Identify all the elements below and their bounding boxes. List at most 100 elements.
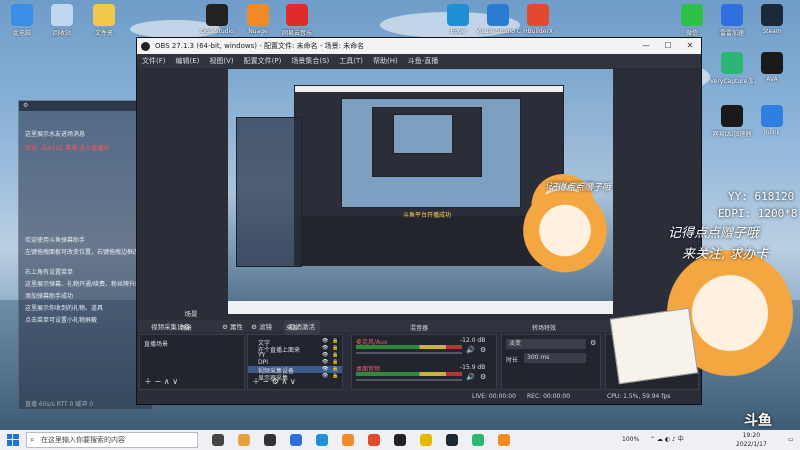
app-icon[interactable]	[238, 434, 250, 446]
desktop-shortcut[interactable]: Visual Studio Code	[476, 4, 520, 35]
mixer-settings-icon[interactable]: ⚙	[480, 346, 486, 354]
battery-status[interactable]: 100%	[622, 430, 639, 450]
filters-icon[interactable]: ⚙	[251, 323, 257, 331]
steam-icon[interactable]	[446, 434, 458, 446]
danmaku-chat-panel[interactable]: ⚙ ✕ 这里展示水友进场消息欢迎 【LV12】某某 进入直播间欢迎使用斗鱼弹幕助…	[18, 100, 157, 410]
properties-button[interactable]: 属性	[230, 323, 243, 331]
add-scene-icon[interactable]: ＋	[144, 377, 152, 386]
lock-icon[interactable]: 🔒	[332, 359, 338, 365]
desktop-shortcut[interactable]: 此电脑	[0, 4, 44, 37]
source-item[interactable]: 在个直播上面来 👁 🔒	[248, 345, 342, 354]
chat-message: 添加弹幕助手成功	[25, 293, 74, 300]
obs-titlebar[interactable]: OBS 27.1.3 (64-bit, windows) - 配置文件: 未命名…	[137, 38, 701, 54]
chat-settings-icon[interactable]: ⚙	[23, 102, 28, 109]
app-icon[interactable]	[498, 434, 510, 446]
source-item[interactable]: DPI 👁 🔒	[248, 359, 342, 366]
desktop-shortcut[interactable]: Edge	[436, 4, 480, 35]
yy-overlay: YY: 618120	[728, 190, 795, 203]
desktop-shortcut[interactable]: Steam	[750, 4, 794, 35]
source-item[interactable]: 视频采集设备 👁 🔒	[248, 366, 342, 375]
desktop-shortcut[interactable]: VeryCapture 加速器	[710, 52, 754, 85]
add-source-icon[interactable]: ＋	[252, 377, 260, 386]
visibility-eye-icon[interactable]: 👁	[322, 366, 328, 372]
menu-item[interactable]: 视图(V)	[204, 54, 238, 68]
transition-settings-icon[interactable]: ⚙	[590, 339, 596, 347]
menu-item[interactable]: 工具(T)	[334, 54, 368, 68]
properties-gear-icon[interactable]: ⚙	[222, 323, 228, 331]
visibility-eye-icon[interactable]: 👁	[322, 373, 328, 379]
lock-icon[interactable]: 🔒	[332, 338, 338, 344]
duration-input[interactable]: 300 ms	[524, 353, 586, 363]
lock-icon[interactable]: 🔒	[332, 373, 338, 379]
desktop-shortcut[interactable]: 网易云音乐	[275, 4, 319, 37]
speaker-icon[interactable]: 🔊	[466, 346, 475, 354]
speaker-icon[interactable]: 🔊	[466, 373, 475, 381]
menu-item[interactable]: 配置文件(P)	[239, 54, 287, 68]
app-icon[interactable]	[342, 434, 354, 446]
source-settings-icon[interactable]: ⚙	[272, 377, 279, 386]
notification-icon[interactable]: ▭	[788, 430, 794, 450]
mixer-settings-icon[interactable]: ⚙	[480, 373, 486, 381]
desktop-shortcut[interactable]: AVA	[750, 52, 794, 83]
volume-slider[interactable]	[356, 352, 462, 354]
desktop-shortcut[interactable]: Jolink	[750, 105, 794, 136]
visibility-eye-icon[interactable]: 👁	[322, 352, 328, 358]
lock-icon[interactable]: 🔒	[332, 366, 338, 372]
desktop-shortcut[interactable]: 网易UU加速器	[710, 105, 754, 138]
source-item[interactable]: 文字 👁 🔒	[248, 338, 342, 347]
source-item[interactable]: YY 👁 🔒	[248, 352, 342, 359]
close-icon[interactable]: ✕	[679, 38, 701, 54]
desktop-shortcut[interactable]: 文件夹	[82, 4, 126, 37]
desktop-shortcut[interactable]: 回收站	[40, 4, 84, 37]
desktop-shortcut-label: HBuilderX	[523, 28, 553, 35]
filters-button[interactable]: 滤镜	[259, 323, 272, 331]
desktop-shortcut[interactable]: 雷雷加速	[710, 4, 754, 37]
minimize-icon[interactable]: —	[635, 38, 657, 54]
chat-icon[interactable]	[290, 434, 302, 446]
chat-message: 这里展示水友进场消息	[25, 131, 86, 138]
app-icon[interactable]	[264, 434, 276, 446]
visibility-eye-icon[interactable]: 👁	[322, 345, 328, 351]
menu-item[interactable]: 场景集合(S)	[286, 54, 334, 68]
desktop-shortcut-label: 文件夹	[94, 30, 113, 37]
chat-message: 这里展示你收到的礼物、道具	[25, 305, 104, 312]
desktop-shortcut[interactable]: 微信	[670, 4, 714, 37]
visibility-eye-icon[interactable]: 👁	[322, 359, 328, 365]
remove-source-icon[interactable]: −	[263, 377, 270, 386]
scene-item[interactable]: 直播场景	[144, 339, 168, 348]
edge-icon[interactable]	[316, 434, 328, 446]
menu-item[interactable]: 帮助(H)	[368, 54, 403, 68]
scenes-dock-title: 场景	[184, 310, 198, 318]
start-icon[interactable]	[7, 434, 19, 446]
menu-item[interactable]: 编辑(E)	[171, 54, 205, 68]
desktop-shortcut[interactable]: HBuilderX	[516, 4, 560, 35]
app-icon[interactable]	[472, 434, 484, 446]
move-up-icon[interactable]: ∧	[164, 377, 170, 386]
app-icon[interactable]	[368, 434, 380, 446]
remove-scene-icon[interactable]: −	[155, 377, 162, 386]
move-down-icon[interactable]: ∨	[290, 377, 296, 386]
transition-type-select[interactable]: 淡变	[506, 339, 586, 349]
move-up-icon[interactable]: ∧	[282, 377, 288, 386]
app-icon[interactable]	[420, 434, 432, 446]
menu-item[interactable]: 文件(F)	[137, 54, 171, 68]
clock[interactable]: 19:20 2022/1/17	[736, 431, 767, 449]
visibility-eye-icon[interactable]: 👁	[322, 338, 328, 344]
task-view-icon[interactable]	[212, 434, 224, 446]
volume-slider[interactable]	[356, 379, 462, 381]
lock-icon[interactable]: 🔒	[332, 345, 338, 351]
edpi-overlay: EDPI: 1200*8	[718, 207, 798, 220]
desktop-shortcut[interactable]: Nuage	[236, 4, 280, 35]
obs-icon[interactable]	[394, 434, 406, 446]
folder-icon	[93, 4, 115, 26]
desktop-shortcut[interactable]: OBS Studio	[195, 4, 239, 35]
taskbar-search-input[interactable]: ⌕ 在这里输入你要搜索的内容	[26, 432, 198, 448]
desktop-shortcut-label: Edge	[450, 28, 466, 35]
lock-icon[interactable]: 🔒	[332, 352, 338, 358]
move-down-icon[interactable]: ∨	[172, 377, 178, 386]
maximize-icon[interactable]: ☐	[657, 38, 679, 54]
chat-panel-header[interactable]: ⚙ ✕	[19, 101, 152, 111]
tray-icons[interactable]: ⌃ ☁ ◐ ♪ 中	[650, 430, 684, 450]
menu-item[interactable]: 斗鱼-直播	[403, 54, 444, 68]
verycapture-icon	[721, 52, 743, 74]
